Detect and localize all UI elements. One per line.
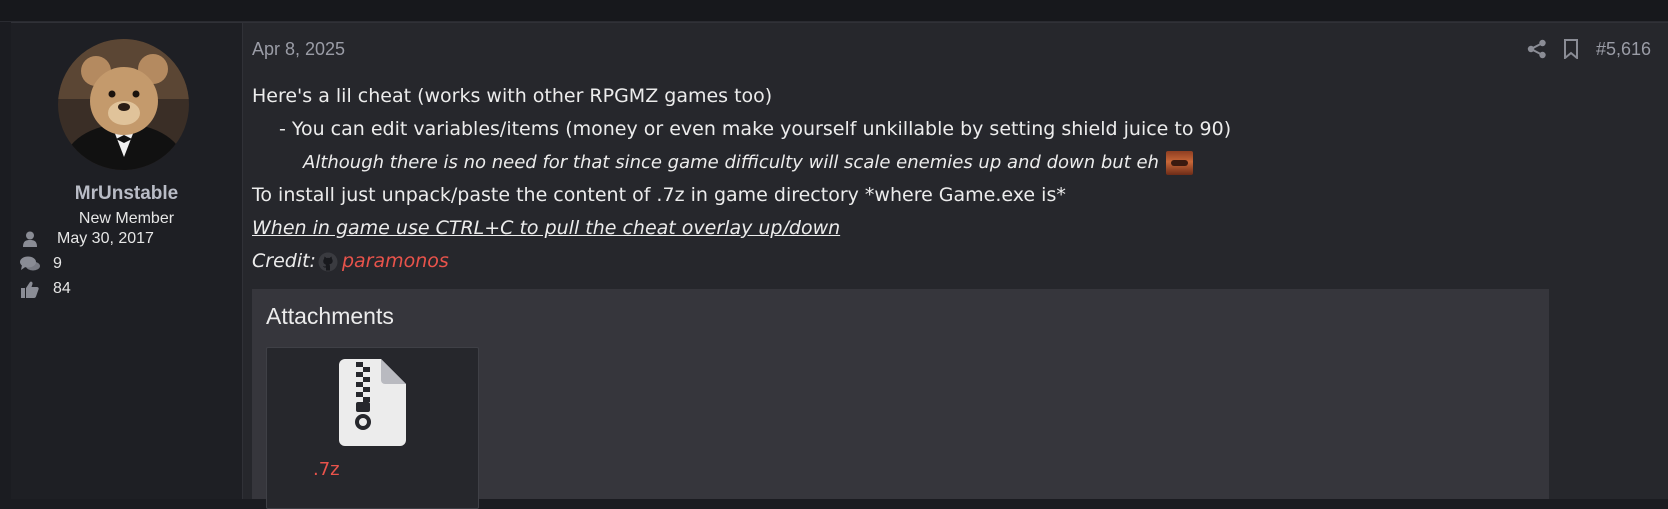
username[interactable]: MrUnstable: [11, 183, 242, 205]
user-icon: [20, 229, 40, 249]
post-line: - You can edit variables/items (money or…: [279, 118, 1232, 140]
post-line: Here's a lil cheat (works with other RPG…: [252, 85, 773, 107]
post-line: To install just unpack/paste the content…: [252, 184, 1066, 206]
post-date[interactable]: Apr 8, 2025: [252, 39, 345, 60]
post-line-italic: Although there is no need for that since…: [252, 146, 1231, 179]
zip-file-icon: [339, 359, 406, 446]
attachments-title: Attachments: [266, 303, 394, 329]
post-line: When in game use CTRL+C to pull the chea…: [252, 212, 1231, 245]
avatar[interactable]: [58, 39, 189, 170]
underlined-instruction: When in game use CTRL+C to pull the chea…: [252, 217, 841, 239]
attachment-label[interactable]: .7z: [313, 459, 340, 480]
thumbs-up-icon: [20, 279, 40, 299]
post-number[interactable]: #5,616: [1596, 39, 1651, 60]
forum-post: MrUnstable New Member May 30, 2017 9 84 …: [11, 22, 1668, 509]
joined-stat: May 30, 2017: [20, 229, 154, 249]
bookmark-icon[interactable]: [1562, 38, 1580, 60]
credit-line: Credit: paramonos: [252, 245, 1231, 278]
messages-stat: 9: [20, 254, 62, 274]
post-body: Here's a lil cheat (works with other RPG…: [252, 80, 1231, 278]
top-bar: [0, 0, 1668, 22]
user-info-panel: MrUnstable New Member May 30, 2017 9 84: [11, 23, 243, 499]
joined-date: May 30, 2017: [57, 230, 154, 247]
credit-label: Credit:: [252, 250, 316, 272]
credit-link[interactable]: paramonos: [342, 245, 449, 278]
messages-count: 9: [53, 255, 62, 272]
reactions-count: 84: [53, 280, 71, 297]
reactions-stat: 84: [20, 279, 71, 299]
user-title: New Member: [78, 210, 175, 227]
post-main: Apr 8, 2025 #5,616 Here's a lil cheat (w…: [243, 23, 1668, 509]
attachments-section: Attachments .7z: [252, 289, 1549, 509]
comments-icon: [20, 254, 40, 274]
post-actions: #5,616: [1526, 38, 1651, 60]
emoji-image: [1165, 150, 1193, 175]
share-icon[interactable]: [1526, 38, 1548, 60]
post-line-text: Although there is no need for that since…: [303, 152, 1159, 173]
attachment-card[interactable]: .7z: [266, 347, 479, 509]
github-icon: [318, 252, 338, 272]
